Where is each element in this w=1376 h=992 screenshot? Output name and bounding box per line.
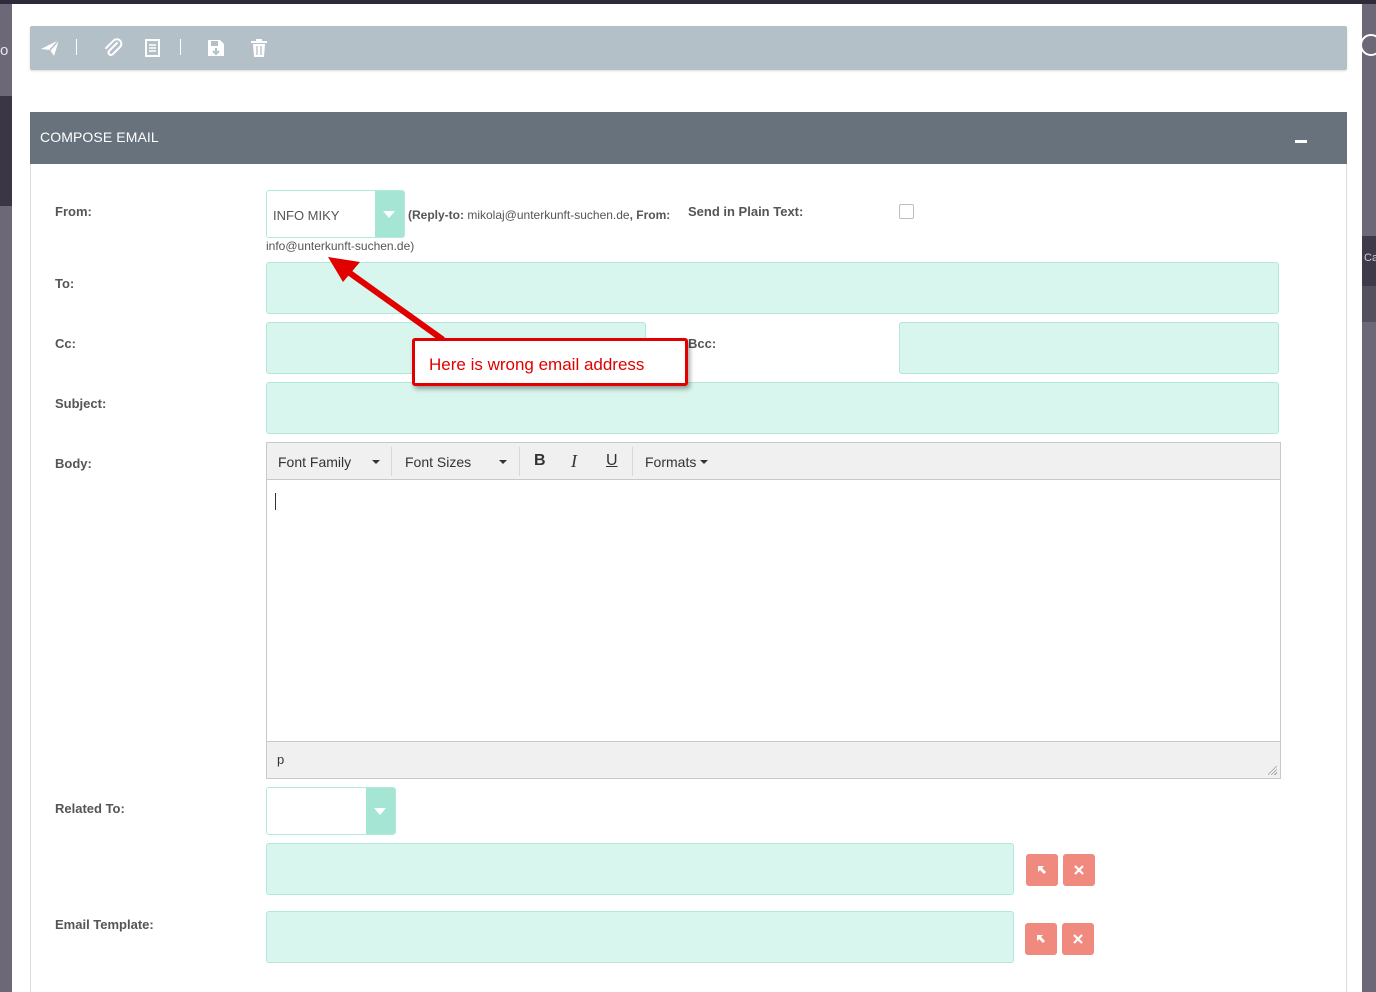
attachment-icon[interactable] <box>102 37 124 59</box>
from-select[interactable]: INFO MIKY <box>266 190 405 238</box>
bcc-input[interactable] <box>899 322 1279 374</box>
to-input[interactable] <box>266 262 1279 314</box>
font-family-dropdown[interactable]: Font Family <box>278 454 351 470</box>
editor-separator <box>632 447 633 476</box>
from-reply-to-text: (Reply-to: mikolaj@unterkunft-suchen.de,… <box>408 208 670 222</box>
font-sizes-caret-icon <box>499 460 507 464</box>
chevron-down-icon <box>383 211 395 218</box>
bold-button[interactable]: B <box>534 452 546 470</box>
send-icon[interactable] <box>39 37 61 59</box>
body-editor: Font Family Font Sizes B I U Formats p <box>266 442 1281 779</box>
background-right-strip <box>1362 4 1376 992</box>
trash-icon[interactable] <box>248 37 270 59</box>
to-label: To: <box>55 276 75 291</box>
related-to-label: Related To: <box>55 801 125 816</box>
select-arrow-icon <box>1038 866 1046 874</box>
reply-to-prefix: (Reply-to: <box>408 208 468 222</box>
related-to-select-toggle[interactable] <box>366 788 395 834</box>
email-template-input[interactable] <box>266 911 1014 963</box>
background-close-icon[interactable] <box>1360 34 1376 56</box>
collapse-icon[interactable] <box>1295 140 1307 143</box>
panel-title: COMPOSE EMAIL <box>40 129 159 145</box>
save-draft-icon[interactable] <box>205 37 227 59</box>
toolbar-separator <box>180 39 181 55</box>
related-to-input[interactable] <box>266 843 1014 895</box>
email-template-label: Email Template: <box>55 917 154 932</box>
editor-content-area[interactable] <box>267 480 1280 741</box>
document-icon[interactable] <box>142 37 164 59</box>
plain-text-checkbox[interactable] <box>899 204 914 219</box>
compose-email-modal: COMPOSE EMAIL From: INFO MIKY (Reply-to:… <box>12 4 1362 992</box>
related-select-button[interactable] <box>1026 854 1058 886</box>
toolbar-separator <box>76 39 77 55</box>
chevron-down-icon <box>374 808 386 815</box>
editor-separator <box>391 447 392 476</box>
text-cursor <box>275 493 276 510</box>
cc-label: Cc: <box>55 336 76 351</box>
font-family-caret-icon <box>372 460 380 464</box>
editor-statusbar: p <box>267 741 1280 778</box>
related-clear-button[interactable] <box>1063 854 1095 886</box>
body-label: Body: <box>55 456 92 471</box>
from-select-toggle[interactable] <box>375 191 404 237</box>
select-arrow-icon <box>1037 935 1045 943</box>
resize-handle-icon[interactable] <box>1268 766 1277 775</box>
formats-dropdown[interactable]: Formats <box>645 454 696 470</box>
from-email-text: info@unterkunft-suchen.de) <box>266 239 415 253</box>
related-to-select[interactable] <box>266 787 396 835</box>
action-toolbar <box>30 26 1347 70</box>
subject-label: Subject: <box>55 396 107 411</box>
template-clear-button[interactable] <box>1062 923 1094 955</box>
underline-button[interactable]: U <box>606 452 618 470</box>
formats-caret-icon <box>700 460 708 464</box>
background-left-letter: o <box>0 42 9 59</box>
editor-separator <box>519 447 520 476</box>
clear-x-icon <box>1074 865 1084 875</box>
from-inline-label: , From: <box>629 208 671 222</box>
reply-to-email: mikolaj@unterkunft-suchen.de <box>467 208 630 222</box>
background-left-dark-block <box>0 96 12 206</box>
italic-button[interactable]: I <box>571 451 577 472</box>
clear-x-icon <box>1073 934 1083 944</box>
annotation-text: Here is wrong email address <box>429 355 645 374</box>
background-right-letter: Cat <box>1364 252 1376 264</box>
from-select-value: INFO MIKY <box>273 208 340 223</box>
annotation-callout: Here is wrong email address <box>412 338 688 386</box>
editor-element-path[interactable]: p <box>277 752 284 767</box>
bcc-label: Bcc: <box>688 336 717 351</box>
compose-email-header[interactable]: COMPOSE EMAIL <box>30 112 1347 164</box>
from-label: From: <box>55 204 92 219</box>
subject-input[interactable] <box>266 382 1279 434</box>
template-select-button[interactable] <box>1025 923 1057 955</box>
plain-text-label: Send in Plain Text: <box>688 204 804 219</box>
font-sizes-dropdown[interactable]: Font Sizes <box>405 454 471 470</box>
editor-toolbar: Font Family Font Sizes B I U Formats <box>267 443 1280 480</box>
